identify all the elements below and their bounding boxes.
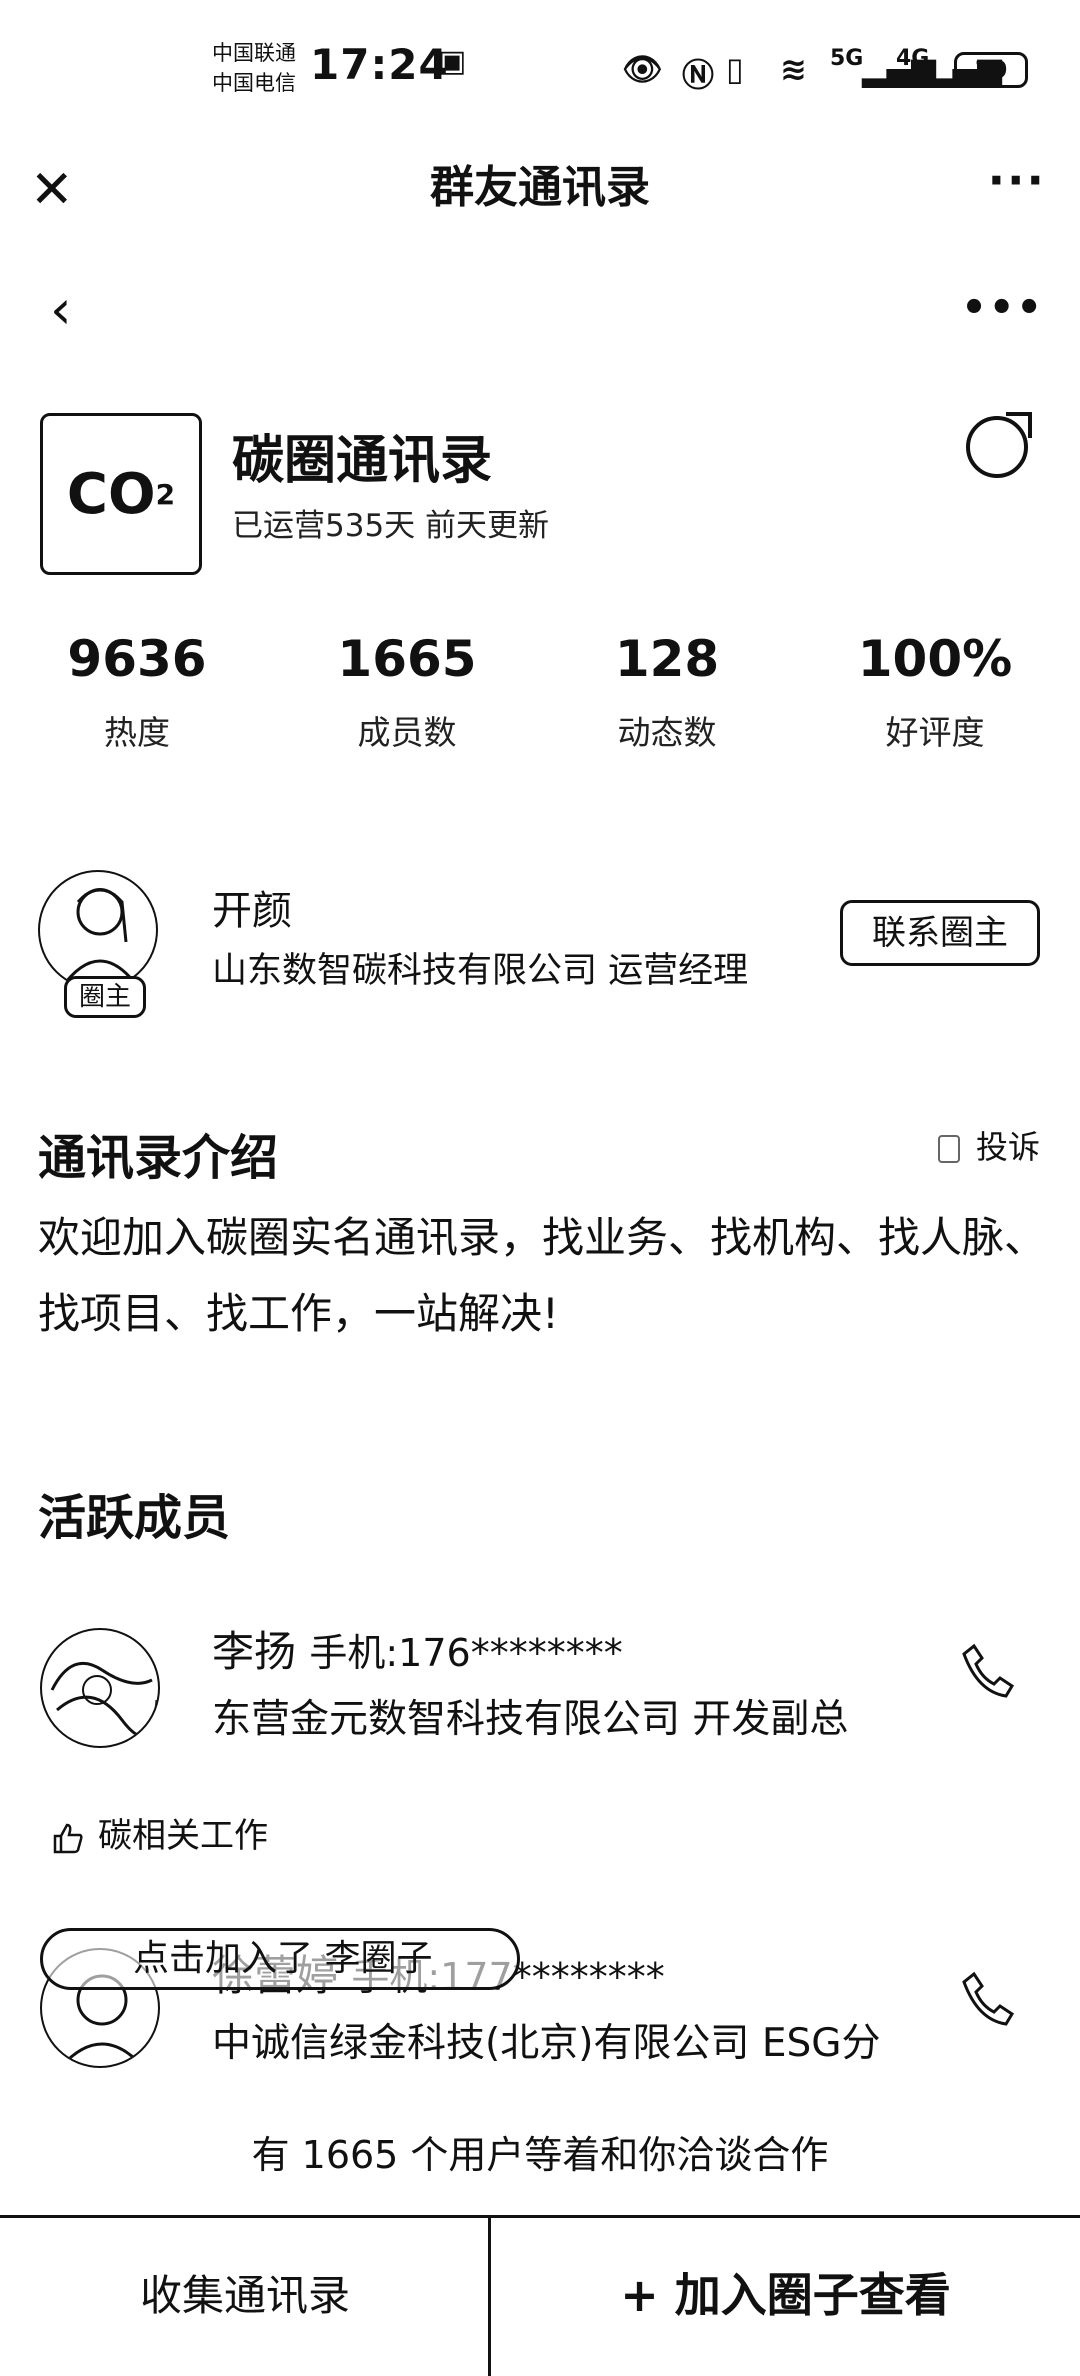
member-tag-text: 碳相关工作 [98,1816,268,1856]
stat-value: 128 [614,630,720,688]
group-logo: CO 2 [40,413,202,575]
join-notification-banner: 点击加入了 李圈子 [40,1928,520,1990]
stat-members: 1665 成员数 [272,628,542,754]
carrier-1: 中国联通 [212,41,296,65]
stat-label: 动态数 [617,713,717,752]
stat-rating: 100% 好评度 [800,628,1070,754]
member-avatar[interactable] [40,1628,160,1748]
group-subtitle: 已运营535天 前天更新 [232,508,550,544]
waiting-users-text: 有 1665 个用户等着和你洽谈合作 [251,2133,829,2177]
eye-icon: 👁 [622,50,663,88]
complaint-link[interactable]: 投诉 [937,1122,1040,1168]
stat-posts: 128 动态数 [532,628,802,754]
stat-label: 热度 [104,713,170,752]
vibrate-icon: ▯ [726,50,744,88]
owner-avatar[interactable] [38,870,158,990]
member-company: 东营金元数智科技有限公司 开发副总 [212,1697,849,1742]
stat-heat: 9636 热度 [2,628,272,754]
members-title: 活跃成员 [38,1490,231,1546]
stat-value: 100% [857,630,1013,688]
logo-text: CO [66,461,156,527]
carrier-info: 中国联通 中国电信 [212,38,296,98]
group-name: 碳圈通讯录 [232,431,493,491]
owner-badge: 圈主 [64,976,146,1018]
wifi-icon: ≋ [780,50,807,88]
more-menu-icon[interactable]: ··· [988,150,1046,210]
stat-value: 1665 [337,630,477,688]
stat-value: 9636 [67,630,207,688]
signal-5g-label: 5G [830,46,864,71]
share-icon[interactable] [966,412,1032,478]
complaint-label: 投诉 [975,1128,1040,1166]
stat-label: 成员数 [357,713,457,752]
carrier-2: 中国电信 [212,71,296,95]
collect-contacts-button[interactable]: 收集通讯录 [0,2215,490,2376]
page-title: 群友通讯录 [430,162,650,213]
stat-label: 好评度 [885,713,985,752]
battery-icon: 39 [954,52,1028,88]
owner-company: 山东数智碳科技有限公司 运营经理 [212,951,749,991]
thumbs-up-icon [52,1822,84,1854]
contact-owner-button[interactable]: 联系圈主 [840,900,1040,966]
notification-icon: ▣ [438,44,467,79]
nfc-icon: Ⓝ [682,56,715,94]
logo-sub: 2 [155,477,176,511]
phone-icon[interactable] [958,1640,1018,1700]
member-tag: 碳相关工作 [52,1808,268,1857]
status-bar: 中国联通 中国电信 17:24 ▣ 👁 Ⓝ ▯ ≋ 5G ▂▄▆ 4G ▂▄▆ … [0,0,1080,140]
more-options-icon[interactable]: ••• [961,278,1044,338]
member-name-text: 李扬 [212,1627,297,1676]
back-icon[interactable]: ‹ [50,280,72,340]
signal-4g-label: 4G [896,46,930,71]
owner-name: 开颜 [212,888,292,934]
phone-icon[interactable] [958,1968,1018,2028]
member-company: 中诚信绿金科技(北京)有限公司 ESG分 [212,2021,881,2066]
member-phone: 手机:176******** [309,1631,623,1675]
clock: 17:24 [310,40,449,89]
intro-title: 通讯录介绍 [38,1130,279,1186]
intro-text: 欢迎加入碳圈实名通讯录，找业务、找机构、找人脉、找项目、找工作，一站解决! [38,1213,1047,1338]
join-group-button[interactable]: + 加入圈子查看 [488,2215,1080,2376]
member-name: 李扬 手机:176******** [212,1618,623,1679]
complaint-icon [937,1135,960,1163]
